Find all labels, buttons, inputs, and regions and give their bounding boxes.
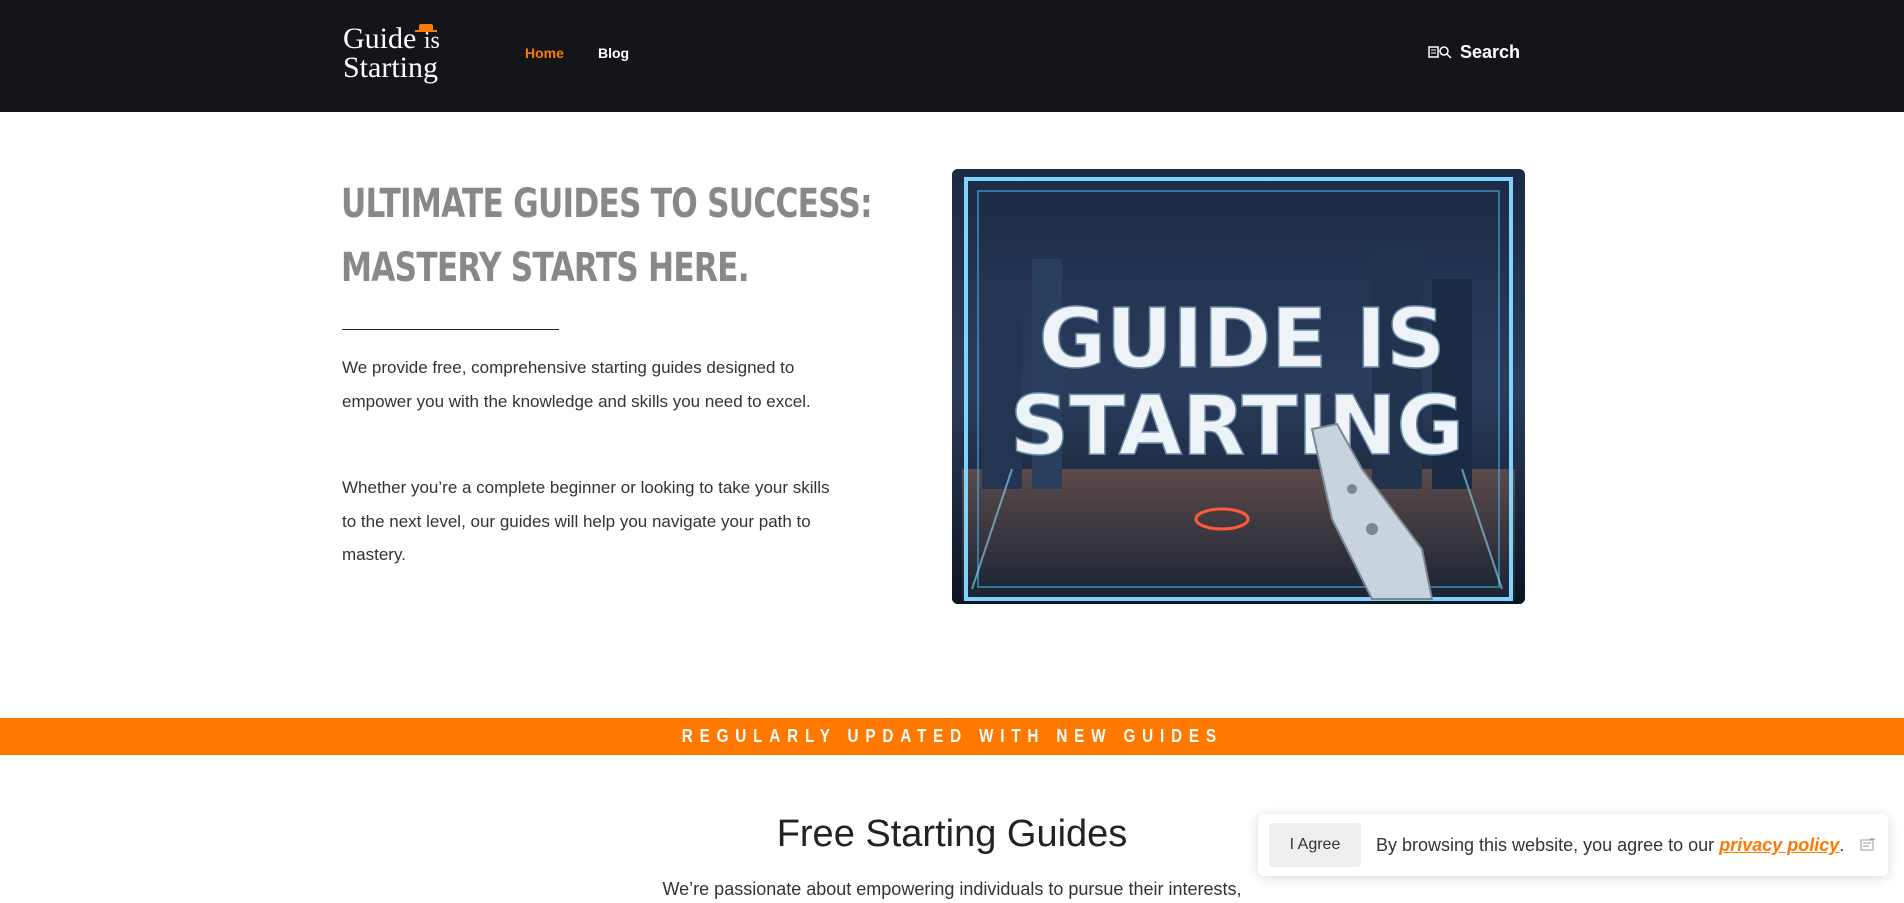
cookie-consent-bar: I Agree By browsing this website, you ag… xyxy=(1258,814,1888,876)
cookie-message: By browsing this website, you agree to o… xyxy=(1376,835,1845,855)
nav-home-link[interactable]: Home xyxy=(525,45,564,61)
hero-image-text-2: STARTING xyxy=(1010,379,1464,474)
site-header: Guide is Starting Home Blog Search xyxy=(0,0,1904,112)
hero-paragraph-2: Whether you’re a complete beginner or lo… xyxy=(342,478,830,564)
section-text: We’re passionate about empowering indivi… xyxy=(662,879,1242,899)
nav-blog-link[interactable]: Blog xyxy=(598,45,629,61)
banner-text: Regularly updated with new guides xyxy=(681,726,1223,746)
search-icon xyxy=(1428,46,1452,59)
hero-title-line1: Ultimate Guides to Success: xyxy=(341,181,873,227)
hero-title: Ultimate Guides to Success: Mastery Star… xyxy=(341,172,873,300)
logo-line2: Starting xyxy=(343,51,438,84)
close-icon[interactable] xyxy=(1860,838,1876,852)
hero-image: GUIDE IS STARTING xyxy=(952,169,1525,604)
privacy-policy-link[interactable]: privacy policy xyxy=(1719,835,1839,855)
hero-image-text-1: GUIDE IS xyxy=(1039,292,1446,387)
cookie-agree-button[interactable]: I Agree xyxy=(1269,823,1361,867)
site-logo[interactable]: Guide is Starting xyxy=(343,22,463,86)
search-label: Search xyxy=(1460,41,1521,62)
search-button[interactable]: Search xyxy=(1428,40,1520,64)
updates-banner: Regularly updated with new guides xyxy=(0,718,1904,755)
hero-divider xyxy=(342,329,559,330)
hero-title-line2: Mastery Starts Here. xyxy=(341,245,750,291)
hero-paragraph-1: We provide free, comprehensive starting … xyxy=(342,358,811,411)
